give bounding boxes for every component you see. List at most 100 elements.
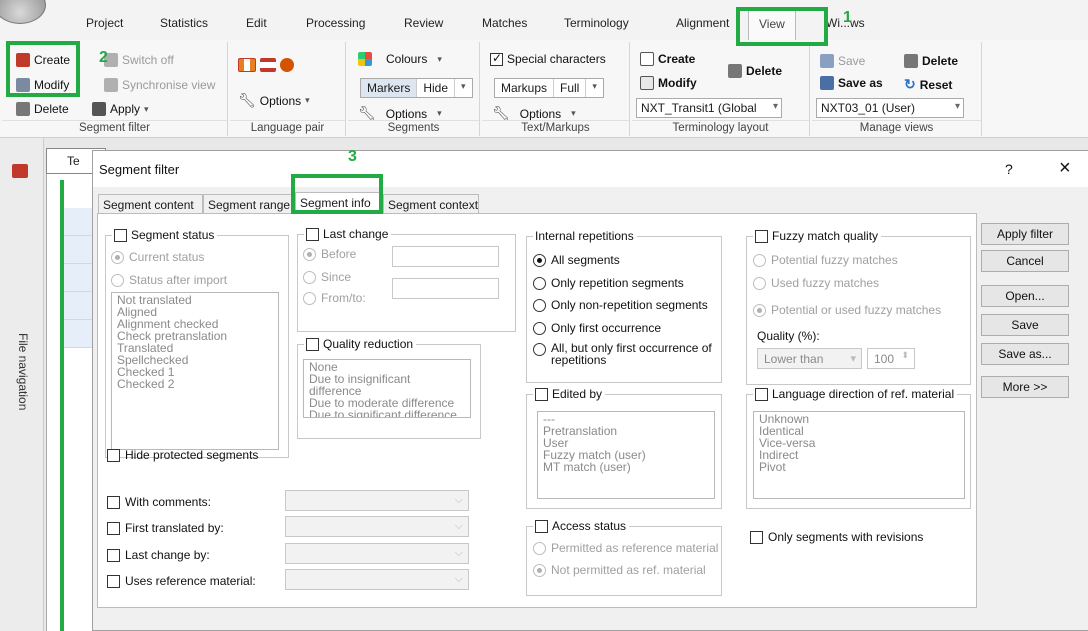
potential-or-used-radio[interactable]: Potential or used fuzzy matches bbox=[753, 303, 941, 317]
only-repetition-radio[interactable]: Only repetition segments bbox=[533, 276, 684, 290]
all-first-occurrence-radio[interactable]: All, but only first occurrence of repeti… bbox=[533, 342, 721, 366]
from-to-radio[interactable]: From/to: bbox=[303, 291, 366, 305]
not-permitted-radio[interactable]: Not permitted as ref. material bbox=[533, 563, 706, 577]
synchronise-view-button[interactable]: Synchronise view bbox=[104, 78, 215, 92]
segment-status-header[interactable]: Segment status bbox=[112, 228, 218, 242]
used-fuzzy-radio[interactable]: Used fuzzy matches bbox=[753, 276, 879, 290]
before-radio[interactable]: Before bbox=[303, 247, 356, 261]
access-status-header[interactable]: Access status bbox=[533, 519, 630, 533]
quality-value-stepper[interactable]: 100 ⬍ bbox=[867, 348, 915, 369]
terminology-layout-select[interactable]: NXT_Transit1 (Global ▾ bbox=[636, 98, 782, 118]
markups-option[interactable]: Markups bbox=[495, 79, 555, 97]
list-item[interactable]: Due to insignificant difference bbox=[309, 373, 465, 397]
list-item[interactable]: Checked 2 bbox=[117, 378, 273, 390]
save-as-view-button[interactable]: Save as bbox=[820, 76, 883, 90]
date-from-field[interactable] bbox=[392, 246, 499, 267]
layout-toggle-buttons[interactable] bbox=[238, 58, 294, 72]
fuzzy-match-quality-checkbox[interactable] bbox=[755, 229, 768, 243]
more-button[interactable]: More >> bbox=[981, 376, 1069, 398]
view-select[interactable]: NXT03_01 (User) ▾ bbox=[816, 98, 964, 118]
since-radio[interactable]: Since bbox=[303, 270, 351, 284]
create-filter-button[interactable]: Create bbox=[16, 53, 70, 67]
uses-reference-select[interactable]: ⌵ bbox=[285, 569, 469, 590]
reset-view-button[interactable]: ↻ Reset bbox=[904, 76, 952, 93]
only-non-repetition-radio-dot[interactable] bbox=[533, 298, 546, 312]
segment-status-checkbox[interactable] bbox=[114, 228, 127, 242]
save-button[interactable]: Save bbox=[981, 314, 1069, 336]
last-change-checkbox[interactable] bbox=[306, 227, 319, 241]
chevron-down-icon[interactable]: ▾ bbox=[586, 79, 603, 97]
first-translated-by-checkbox[interactable] bbox=[107, 521, 120, 535]
modify-layout-button[interactable]: Modify bbox=[640, 76, 697, 90]
segment-status-list[interactable]: Not translated Aligned Alignment checked… bbox=[111, 292, 279, 450]
special-characters-toggle[interactable]: Special characters bbox=[490, 51, 606, 66]
markers-hide-toggle[interactable]: Markers Hide ▾ bbox=[360, 78, 473, 98]
list-item[interactable]: Due to significant difference bbox=[309, 409, 465, 417]
edited-by-list[interactable]: --- Pretranslation User Fuzzy match (use… bbox=[537, 411, 715, 499]
only-revisions-checkbox[interactable] bbox=[750, 530, 763, 544]
tab-project[interactable]: Project bbox=[86, 16, 123, 30]
spinner-icon[interactable]: ⬍ bbox=[901, 350, 909, 361]
used-fuzzy-radio-dot[interactable] bbox=[753, 276, 766, 290]
tab-view[interactable]: View bbox=[748, 10, 796, 40]
modify-filter-button[interactable]: Modify bbox=[16, 78, 69, 92]
delete-view-button[interactable]: Delete bbox=[904, 54, 958, 68]
cancel-button[interactable]: Cancel bbox=[981, 250, 1069, 272]
language-direction-checkbox[interactable] bbox=[755, 387, 768, 401]
tab-statistics[interactable]: Statistics bbox=[160, 16, 208, 30]
permitted-radio[interactable]: Permitted as reference material bbox=[533, 541, 718, 555]
last-change-header[interactable]: Last change bbox=[304, 227, 392, 241]
all-segments-radio-dot[interactable] bbox=[533, 253, 546, 267]
only-non-repetition-radio[interactable]: Only non-repetition segments bbox=[533, 298, 708, 312]
save-view-button[interactable]: Save bbox=[820, 54, 865, 68]
current-status-radio-dot[interactable] bbox=[111, 250, 124, 264]
uses-reference-option[interactable]: Uses reference material: bbox=[107, 574, 256, 588]
edited-by-header[interactable]: Edited by bbox=[533, 387, 606, 401]
help-button[interactable]: ? bbox=[1005, 161, 1013, 177]
tab-matches[interactable]: Matches bbox=[482, 16, 527, 30]
open-button[interactable]: Open... bbox=[981, 285, 1069, 307]
permitted-radio-dot[interactable] bbox=[533, 541, 546, 555]
file-navigation-panel[interactable]: File navigation bbox=[0, 138, 44, 631]
not-permitted-radio-dot[interactable] bbox=[533, 563, 546, 577]
first-translated-by-option[interactable]: First translated by: bbox=[107, 521, 224, 535]
list-item[interactable]: MT match (user) bbox=[543, 461, 709, 473]
last-change-by-select[interactable]: ⌵ bbox=[285, 543, 469, 564]
with-comments-checkbox[interactable] bbox=[107, 495, 120, 509]
date-to-field[interactable] bbox=[392, 278, 499, 299]
status-after-import-radio-dot[interactable] bbox=[111, 273, 124, 287]
tab-segment-context[interactable]: Segment context bbox=[383, 194, 479, 214]
tab-terminology[interactable]: Terminology bbox=[564, 16, 629, 30]
since-radio-dot[interactable] bbox=[303, 270, 316, 284]
apply-filter-button[interactable]: Apply filter bbox=[981, 223, 1069, 245]
only-revisions-option[interactable]: Only segments with revisions bbox=[750, 530, 923, 544]
quality-comparator-select[interactable]: Lower than ▾ bbox=[757, 348, 862, 369]
application-menu-orb[interactable] bbox=[0, 0, 46, 24]
close-button[interactable]: × bbox=[1059, 157, 1071, 180]
switch-off-button[interactable]: Switch off bbox=[104, 53, 174, 67]
special-characters-checkbox[interactable] bbox=[490, 51, 503, 66]
only-first-occurrence-radio-dot[interactable] bbox=[533, 321, 546, 335]
current-status-radio[interactable]: Current status bbox=[111, 250, 204, 264]
quality-reduction-checkbox[interactable] bbox=[306, 337, 319, 351]
all-first-occurrence-radio-dot[interactable] bbox=[533, 343, 546, 356]
language-options-button[interactable]: 🔧︎ Options ▾ bbox=[238, 92, 310, 109]
folder-icon[interactable] bbox=[12, 164, 28, 178]
uses-reference-checkbox[interactable] bbox=[107, 574, 120, 588]
chevron-down-icon[interactable]: ▾ bbox=[455, 79, 472, 97]
tab-alignment[interactable]: Alignment bbox=[676, 16, 729, 30]
potential-fuzzy-radio[interactable]: Potential fuzzy matches bbox=[753, 253, 898, 267]
delete-layout-button[interactable]: Delete bbox=[728, 64, 782, 78]
tab-processing[interactable]: Processing bbox=[306, 16, 365, 30]
before-radio-dot[interactable] bbox=[303, 247, 316, 261]
tab-segment-range[interactable]: Segment range bbox=[203, 194, 295, 214]
only-repetition-radio-dot[interactable] bbox=[533, 276, 546, 290]
delete-filter-button[interactable]: Delete bbox=[16, 102, 69, 116]
edited-by-checkbox[interactable] bbox=[535, 387, 548, 401]
create-layout-button[interactable]: Create bbox=[640, 52, 695, 66]
apply-filter-dropdown[interactable]: Apply ▾ bbox=[92, 102, 149, 116]
save-as-button[interactable]: Save as... bbox=[981, 343, 1069, 365]
access-status-checkbox[interactable] bbox=[535, 519, 548, 533]
colours-dropdown[interactable]: Colours ▾ bbox=[358, 52, 442, 66]
hide-option[interactable]: Hide bbox=[417, 79, 456, 97]
